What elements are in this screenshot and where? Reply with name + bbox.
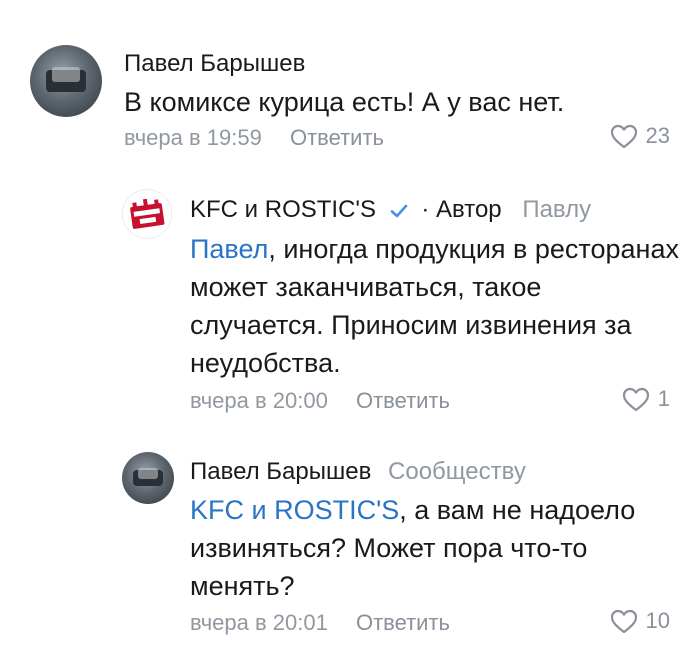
heart-icon [610,609,637,633]
comment-author[interactable]: Павел Барышев [190,458,371,485]
comment-timestamp: вчера в 20:00 [190,388,328,413]
comment-author-line: KFC и ROSTIC'S · Автор Павлу [190,196,591,224]
kfc-avatar[interactable] [122,189,172,239]
reply-to-target[interactable]: Сообществу [388,458,526,485]
comment-author[interactable]: KFC и ROSTIC'S [190,196,376,223]
user-avatar[interactable] [122,452,174,504]
reply-button[interactable]: Ответить [356,388,450,413]
comment-author-line: Павел Барышев Сообществу [190,458,526,486]
mention-link[interactable]: Павел [190,234,268,264]
like-button[interactable]: 10 [610,608,670,634]
like-button[interactable]: 23 [610,123,670,149]
heart-icon [622,387,649,411]
comment-author[interactable]: Павел Барышев [124,50,305,78]
mention-link[interactable]: KFC и ROSTIC'S [190,495,399,525]
comment-meta: вчера в 20:01 Ответить [190,610,450,636]
user-avatar[interactable] [30,45,102,117]
like-button[interactable]: 1 [622,386,670,412]
kfc-rostics-logo-icon [130,198,165,229]
like-count: 23 [645,123,670,148]
reply-button[interactable]: Ответить [356,610,450,635]
like-count: 10 [645,608,670,633]
comment-timestamp: вчера в 19:59 [124,125,262,150]
comment-text: В комиксе курица есть! А у вас нет. [124,83,664,121]
reply-button[interactable]: Ответить [290,125,384,150]
comment-meta: вчера в 20:00 Ответить [190,388,450,414]
comment-text: Павел, иногда продукция в ресторанах мож… [190,230,680,382]
comment-meta: вчера в 19:59 Ответить [124,125,384,151]
reply-to-target[interactable]: Павлу [522,196,591,223]
heart-icon [610,124,637,148]
author-badge: · Автор [421,196,502,223]
verified-check-icon [390,204,407,217]
like-count: 1 [657,386,670,411]
comment-timestamp: вчера в 20:01 [190,610,328,635]
comment-body: В комиксе курица есть! А у вас нет. [124,87,565,117]
comment-text: KFC и ROSTIC'S, а вам не надоело извинят… [190,491,680,605]
